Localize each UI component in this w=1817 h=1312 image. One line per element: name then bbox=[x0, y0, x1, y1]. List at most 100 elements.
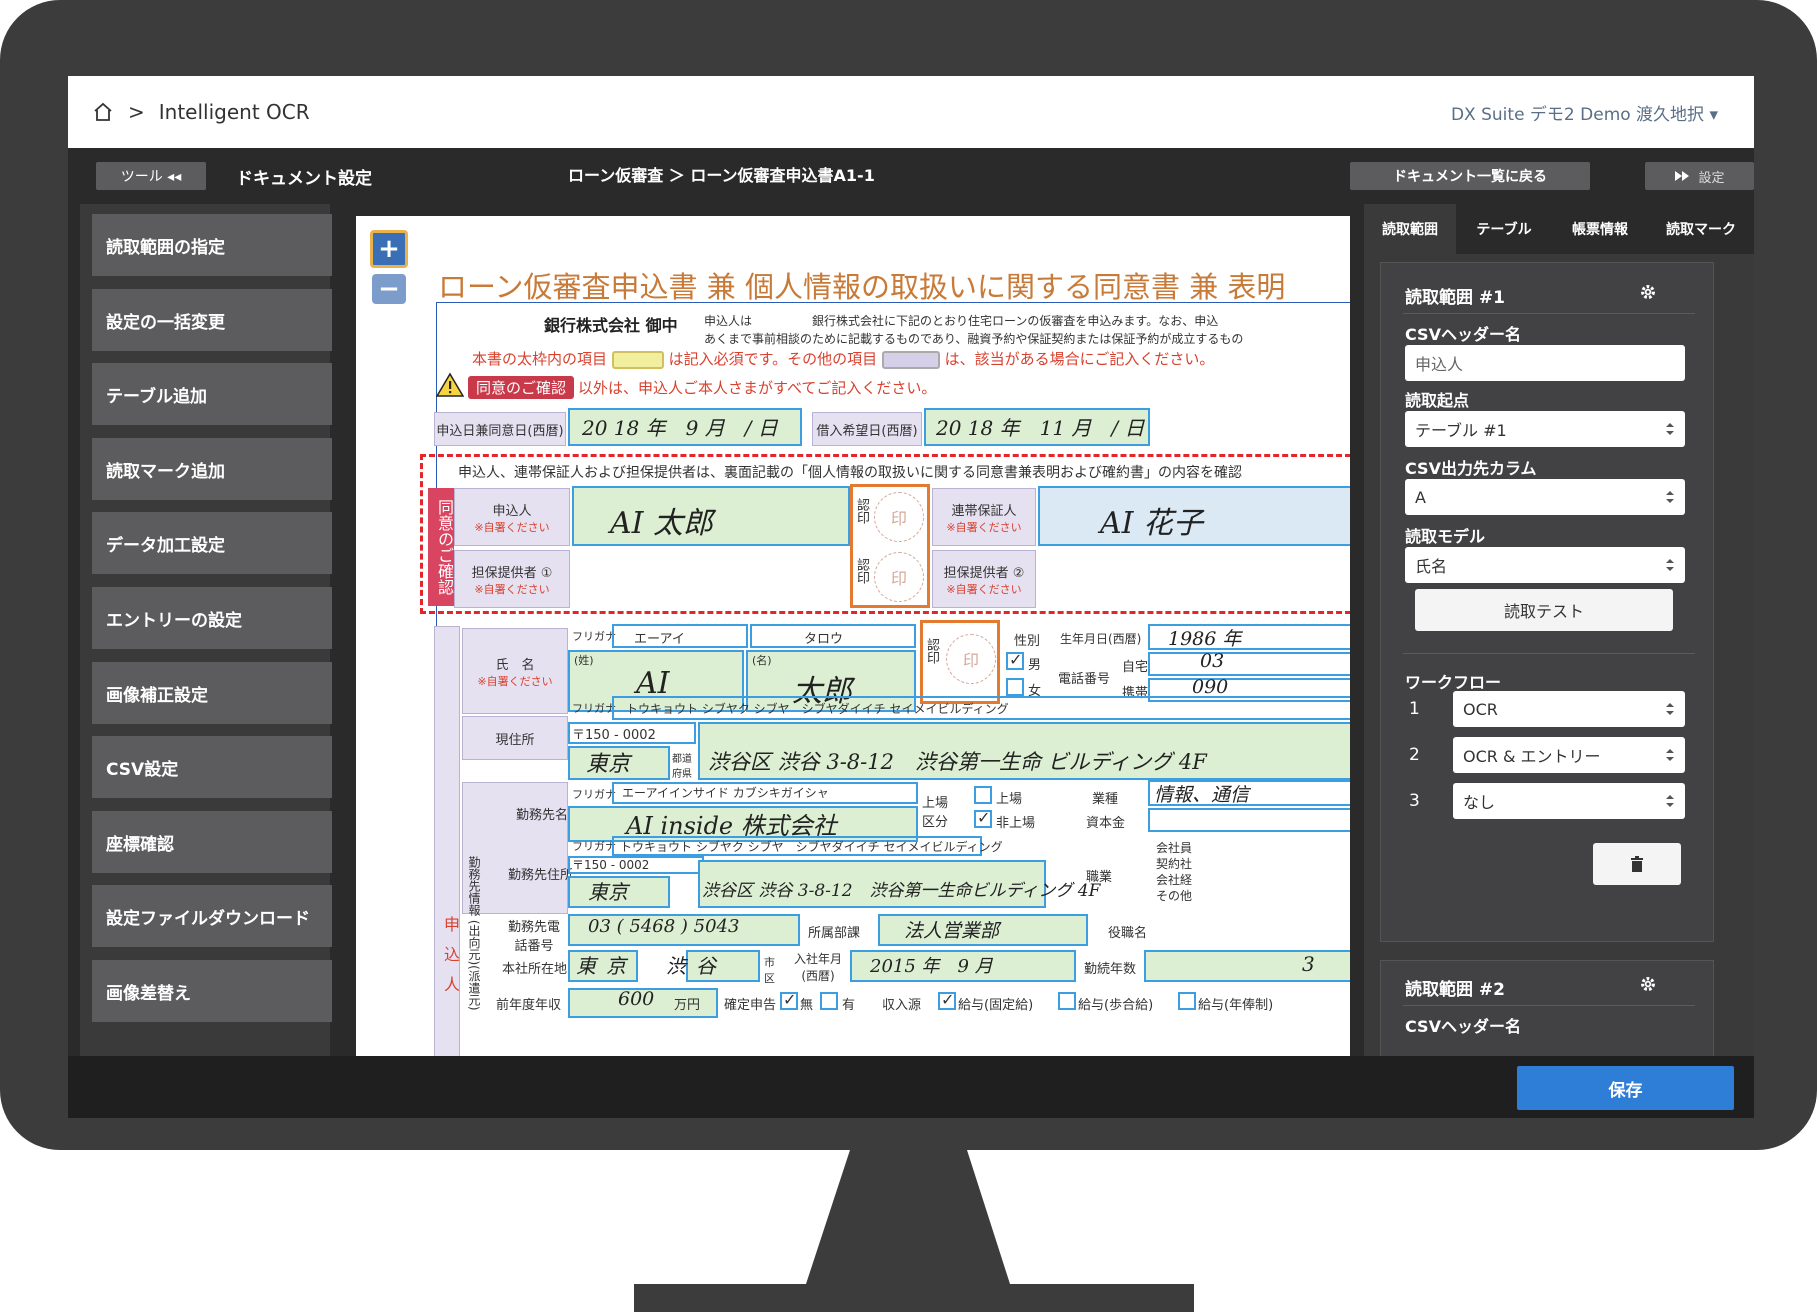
address-furigana-value: トウキョウト シブヤク シブヤ シブヤダイイチ セイメイビルディング bbox=[626, 702, 1009, 716]
sidebar-item-read-area[interactable]: 読取範囲の指定 bbox=[92, 214, 332, 276]
read-area-card-1: 読取範囲 #1 CSVヘッダー名 申込人 読取起点 テーブル #1 CSV出力先… bbox=[1380, 262, 1714, 942]
occupation-label: 職業 bbox=[1086, 870, 1113, 885]
date-value: 20 18 年 9 月 / 日 bbox=[582, 416, 778, 440]
furigana-label: フリガナ bbox=[572, 788, 616, 801]
tab-form-info[interactable]: 帳票情報 bbox=[1552, 204, 1648, 254]
sidebar-item-add-table[interactable]: テーブル追加 bbox=[92, 363, 332, 425]
csv-header-input[interactable]: 申込人 bbox=[1405, 345, 1685, 381]
back-to-list-button[interactable]: ドキュメント一覧に戻る bbox=[1350, 162, 1590, 190]
collateral1-label-cell: 担保提供者 ① ※自署ください bbox=[454, 550, 570, 608]
income-unit: 万円 bbox=[674, 998, 701, 1013]
document-viewer[interactable]: + − ローン仮審査申込書 兼 個人情報の取扱いに関する同意書 兼 表明 銀行株… bbox=[356, 216, 1350, 1066]
applicant-side-label: 申込人 bbox=[441, 916, 460, 1006]
column-select[interactable]: A bbox=[1405, 479, 1685, 515]
settings-button[interactable]: 設定 bbox=[1645, 162, 1754, 190]
delete-button[interactable] bbox=[1593, 843, 1681, 885]
dept-label: 所属部課 bbox=[808, 926, 861, 941]
read-test-button[interactable]: 読取テスト bbox=[1415, 589, 1673, 631]
top-header: > Intelligent OCR DX Suite デモ2 Demo 渡久地択… bbox=[68, 76, 1754, 148]
loan-date-label: 借入希望日(西暦) bbox=[812, 412, 922, 446]
tab-read-mark[interactable]: 読取マーク bbox=[1648, 204, 1754, 254]
tool-toggle-button[interactable]: ツール ◂◂ bbox=[96, 162, 206, 190]
occupation-option[interactable]: 契約社 bbox=[1156, 856, 1192, 872]
src2-label: 給与(歩合給) bbox=[1078, 998, 1154, 1013]
required-swatch bbox=[611, 350, 664, 369]
app-name[interactable]: Intelligent OCR bbox=[159, 100, 310, 124]
gear-icon[interactable] bbox=[1639, 283, 1657, 301]
furigana-label: フリガナ bbox=[572, 840, 616, 853]
sidebar-item-replace-image[interactable]: 画像差替え bbox=[92, 960, 332, 1022]
work-zip-value: 〒150 - 0002 bbox=[572, 858, 650, 872]
name-label: 氏 名 bbox=[495, 657, 535, 673]
right-panel: 読取範囲 #1 CSVヘッダー名 申込人 読取起点 テーブル #1 CSV出力先… bbox=[1364, 254, 1754, 1064]
workflow-step-number: 1 bbox=[1409, 699, 1420, 719]
check-mark: ✓ bbox=[941, 990, 955, 1009]
collateral1-label: 担保提供者 ① bbox=[471, 565, 553, 581]
tab-table[interactable]: テーブル bbox=[1456, 204, 1552, 254]
workflow-select-2[interactable]: OCR & エントリー bbox=[1453, 737, 1685, 773]
sidebar-item-add-mark[interactable]: 読取マーク追加 bbox=[92, 438, 332, 500]
furigana-last-value: エーアイ bbox=[634, 632, 685, 647]
occupation-option[interactable]: 会社経 bbox=[1156, 872, 1192, 888]
employer-furigana-value: エーアイインサイド カブシキガイシャ bbox=[622, 786, 829, 800]
origin-select[interactable]: テーブル #1 bbox=[1405, 411, 1685, 447]
select-arrows-icon bbox=[1666, 795, 1674, 807]
divider bbox=[1403, 313, 1695, 314]
applicant-label: 申込人 bbox=[492, 503, 532, 519]
sei-label: (姓) bbox=[574, 654, 594, 667]
sidebar-item-bulk-change[interactable]: 設定の一括変更 bbox=[92, 289, 332, 351]
tenure-label: 勤続年数 bbox=[1084, 962, 1137, 977]
applicant-note-line: あくまで事前相談のために記載するものであり、融資予約や保証契約または保証予約が成… bbox=[704, 332, 1244, 346]
industry-label: 業種 bbox=[1092, 792, 1119, 807]
src2-checkbox[interactable] bbox=[1058, 992, 1076, 1010]
tenure-field[interactable] bbox=[1144, 950, 1350, 982]
capital-field[interactable] bbox=[1148, 808, 1350, 832]
consent-side-label: 同意のご確認 bbox=[428, 488, 454, 606]
home-phone-value: 03 bbox=[1200, 650, 1225, 672]
check-mark: ✓ bbox=[783, 990, 797, 1009]
column-label: CSV出力先カラム bbox=[1405, 459, 1537, 478]
sidebar-item-data-processing[interactable]: データ加工設定 bbox=[92, 512, 332, 574]
male-label: 男 bbox=[1028, 658, 1042, 673]
zoom-in-button[interactable]: + bbox=[370, 230, 408, 268]
model-value: 氏名 bbox=[1415, 557, 1448, 576]
workflow-step-number: 2 bbox=[1409, 745, 1420, 765]
date-label: 申込日兼同意日(西暦) bbox=[434, 412, 566, 446]
occupation-option[interactable]: 会社員 bbox=[1156, 840, 1192, 856]
guarantor-sign-value: AI 花子 bbox=[1100, 506, 1204, 541]
tax-yes-label: 有 bbox=[842, 998, 856, 1013]
furigana-first-value: タロウ bbox=[804, 632, 844, 647]
save-button[interactable]: 保存 bbox=[1517, 1066, 1734, 1110]
prefecture-value: 東京 bbox=[586, 752, 631, 777]
required-note: 本書の太枠内の項目 は記入必須です。その他の項目 は、該当がある場合にご記入くだ… bbox=[472, 348, 1214, 369]
workflow-select-1[interactable]: OCR bbox=[1453, 691, 1685, 727]
tab-read-area[interactable]: 読取範囲 bbox=[1364, 204, 1456, 254]
home-phone-field[interactable] bbox=[1148, 652, 1350, 676]
gear-icon[interactable] bbox=[1639, 975, 1657, 993]
zip-value: 〒150 - 0002 bbox=[572, 728, 656, 743]
stamp-circle: 印 bbox=[946, 634, 996, 684]
work-side-label: 勤務先情報 (出向元)(派遣元) bbox=[467, 856, 481, 1011]
occupation-option[interactable]: その他 bbox=[1156, 888, 1192, 904]
sidebar-item-image-correction[interactable]: 画像補正設定 bbox=[92, 662, 332, 724]
female-checkbox[interactable] bbox=[1006, 678, 1024, 696]
user-menu[interactable]: DX Suite デモ2 Demo 渡久地択 ▾ bbox=[1451, 100, 1718, 125]
sidebar-item-download-config[interactable]: 設定ファイルダウンロード bbox=[92, 885, 332, 947]
zoom-out-button[interactable]: − bbox=[372, 274, 406, 304]
sidebar-item-entry-settings[interactable]: エントリーの設定 bbox=[92, 587, 332, 649]
csv-header-label: CSVヘッダー名 bbox=[1405, 1017, 1521, 1036]
listed-checkbox[interactable] bbox=[974, 786, 992, 804]
check-mark: ✓ bbox=[977, 808, 991, 827]
sidebar-item-coordinate-check[interactable]: 座標確認 bbox=[92, 811, 332, 873]
src3-checkbox[interactable] bbox=[1178, 992, 1196, 1010]
tax-yes-checkbox[interactable] bbox=[820, 992, 838, 1010]
sidebar-item-csv-settings[interactable]: CSV設定 bbox=[92, 736, 332, 798]
select-arrows-icon bbox=[1666, 423, 1674, 435]
gender-label: 性別 bbox=[1014, 634, 1041, 649]
model-select[interactable]: 氏名 bbox=[1405, 547, 1685, 583]
collateral2-label: 担保提供者 ② bbox=[943, 565, 1025, 581]
seal-label: 認印 bbox=[854, 558, 869, 584]
home-icon[interactable] bbox=[92, 101, 114, 123]
workflow-select-3[interactable]: なし bbox=[1453, 783, 1685, 819]
work-address-label: 勤務先住所 bbox=[508, 868, 574, 883]
